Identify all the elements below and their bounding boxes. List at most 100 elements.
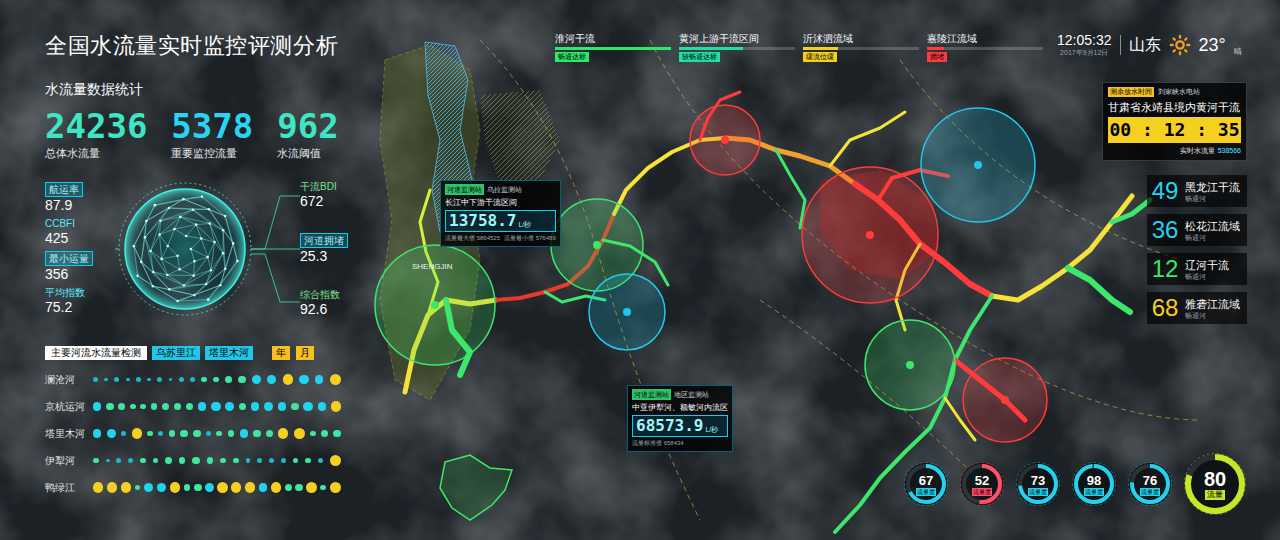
globe-metric: 河道拥堵25.3 (300, 233, 348, 265)
basin-list: 49黑龙江干流畅通河 36松花江流域畅通河 12辽河干流畅通河 68雅砻江流域畅通河 (1147, 175, 1247, 324)
globe-metric: 干流BDI672 (300, 180, 348, 210)
page-title: 全国水流量实时监控评测分析 (45, 32, 555, 60)
flow-gauge: 80流量 (1183, 452, 1247, 516)
chart-dot (330, 374, 341, 385)
dashboard: SHENGJIN 河道监测站乌拉监测站长江中下游干流区间13758.7L/秒流量最… (0, 0, 1280, 540)
chart-dot (216, 431, 222, 437)
chart-dot (169, 430, 176, 437)
body: 水流量数据统计 24236总体水流量5378重要监控流量962水流阈值航运率87.… (0, 72, 1280, 540)
chart-dot (144, 483, 153, 492)
top-bar: 全国水流量实时监控评测分析淮河干流畅通达标黄河上游干流区间较畅通达标沂沭泗流域缓… (0, 0, 1280, 72)
countdown-panel: 测余放水时间刘家峡水电站甘肃省永靖县境内黄河干流00 : 12 : 35实时水流… (1102, 82, 1247, 161)
chart-tab[interactable]: 塔里木河 (205, 346, 253, 360)
map-marker[interactable] (963, 358, 1047, 442)
chart-dot (132, 428, 142, 438)
globe-chart (115, 174, 300, 324)
river-chart: 主要河流水流量检测乌苏里江塔里木河年月澜沧河京杭运河塔里木河伊犁河鸭绿江 (45, 346, 380, 501)
map-marker[interactable] (375, 245, 495, 365)
chart-dot (151, 403, 158, 410)
river-line (992, 196, 1132, 300)
chart-dot (303, 402, 312, 411)
chart-dot (231, 482, 241, 492)
chart-dot (259, 483, 267, 491)
status-tab[interactable]: 沂沭泗流域缓流位缓 (803, 32, 927, 62)
chart-dot (238, 376, 246, 384)
chart-dot (320, 485, 326, 491)
right-panel: 测余放水时间刘家峡水电站甘肃省永靖县境内黄河干流00 : 12 : 35实时水流… (910, 72, 1280, 540)
chart-dot (130, 404, 136, 410)
period-button[interactable]: 月 (296, 346, 314, 360)
chart-dot (184, 484, 191, 491)
flow-gauge: 52流量度 (959, 461, 1005, 507)
map-marker[interactable] (690, 105, 760, 175)
chart-dot (294, 428, 305, 439)
chart-dot (128, 458, 133, 463)
station-callout[interactable]: 河道监测站地区监测站中亚伊犁河、额敏河内流区68573.9L/秒流量标准值 65… (627, 385, 733, 452)
gauge-row: 67流量度52流量度73流量度98流量度76流量度80流量 (903, 452, 1247, 516)
chart-dot (233, 458, 239, 464)
chart-dot (179, 457, 186, 464)
basin-item[interactable]: 49黑龙江干流畅通河 (1147, 175, 1247, 207)
region: 山东 (1129, 35, 1161, 55)
globe-metric: 平均指数75.2 (45, 286, 115, 316)
map-label: SHENGJIN (412, 262, 452, 272)
chart-dot (104, 378, 108, 382)
chart-dot (213, 377, 219, 383)
chart-dot (174, 403, 182, 411)
map-marker[interactable] (865, 320, 955, 410)
stats-heading: 水流量数据统计 (45, 80, 380, 98)
chart-dot (118, 403, 125, 410)
chart-dot (278, 402, 286, 410)
chart-dot (306, 482, 316, 492)
plain-region (480, 90, 560, 185)
basin-item[interactable]: 36松花江流域畅通河 (1147, 214, 1247, 246)
period-button[interactable]: 年 (272, 346, 290, 360)
chart-dot (278, 428, 288, 438)
status-tab[interactable]: 嘉陵江流域拥堵 (927, 32, 1051, 62)
chart-dot (194, 484, 202, 492)
chart-dot (269, 458, 274, 463)
chart-dot (225, 376, 232, 383)
chart-dot (140, 458, 146, 464)
chart-dot (106, 403, 114, 411)
basin-item[interactable]: 12辽河干流畅通河 (1147, 253, 1247, 285)
chart-dot (315, 375, 323, 383)
chart-dot (157, 377, 162, 382)
status-tab[interactable]: 淮河干流畅通达标 (555, 32, 679, 62)
chart-dot (107, 429, 116, 438)
chart-dot (299, 375, 308, 384)
chart-dot (225, 402, 233, 410)
chart-dot (281, 458, 286, 463)
callout-value: 68573.9L/秒 (632, 415, 728, 437)
globe-metric: 航运率87.9 (45, 182, 115, 214)
stat-item: 5378重要监控流量 (171, 108, 253, 160)
callout-badge: 河道监测站 (632, 389, 671, 400)
callout-footer: 流量最大值 5864525 (445, 234, 500, 243)
basin-item[interactable]: 68雅砻江流域畅通河 (1147, 292, 1247, 324)
chart-dot (201, 377, 207, 383)
map-marker[interactable] (921, 108, 1035, 222)
chart-dot (253, 430, 261, 438)
stats-row: 24236总体水流量5378重要监控流量962水流阈值 (45, 108, 380, 160)
chart-dot (264, 402, 273, 411)
map-marker[interactable] (802, 167, 938, 303)
chart-dot (157, 483, 166, 492)
station-callout[interactable]: 河道监测站乌拉监测站长江中下游干流区间13758.7L/秒流量最大值 58645… (440, 180, 561, 247)
chart-dot (291, 403, 299, 411)
status-badge: 畅通达标 (555, 52, 589, 62)
chart-row: 塔里木河 (45, 420, 380, 447)
clock-weather: 12:05:322017年9月12日山东23°晴 (1057, 32, 1242, 57)
chart-dot (211, 402, 220, 411)
chart-dot (162, 403, 169, 410)
callout-name: 长江中下游干流区间 (445, 197, 556, 208)
chart-dot (228, 430, 235, 437)
chart-dot (257, 458, 262, 463)
chart-tab[interactable]: 乌苏里江 (152, 346, 200, 360)
chart-dot (252, 375, 260, 383)
chart-dot (180, 430, 188, 438)
chart-dot (147, 378, 151, 382)
chart-dot (136, 377, 141, 382)
river-line (1068, 268, 1130, 312)
map-marker[interactable] (589, 274, 665, 350)
status-tab[interactable]: 黄河上游干流区间较畅通达标 (679, 32, 803, 62)
